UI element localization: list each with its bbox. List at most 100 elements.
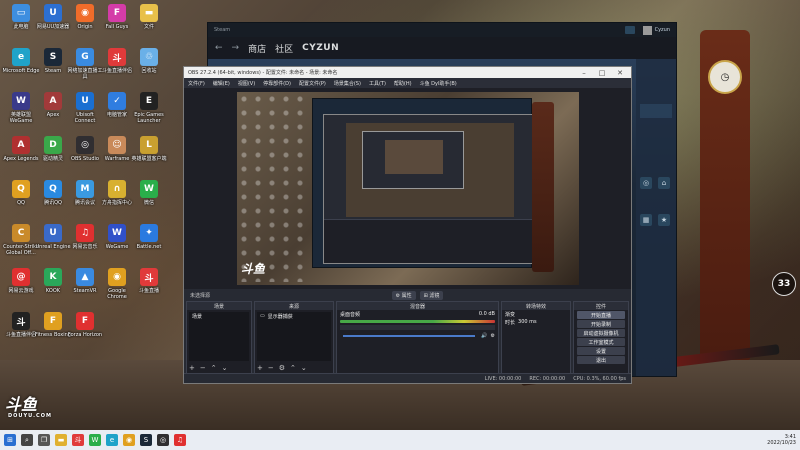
desktop-icon-label: 斗鱼直播伴侣 xyxy=(5,332,36,338)
obs-task-icon[interactable]: ◎ xyxy=(157,434,169,446)
uu-icon: U xyxy=(44,4,62,22)
up-icon[interactable]: ⌃ xyxy=(211,364,217,372)
preview-canvas[interactable]: 斗鱼 xyxy=(237,92,579,285)
nav-username[interactable]: CYZUN xyxy=(302,43,339,53)
steam-task-icon[interactable]: S xyxy=(140,434,152,446)
nav-community[interactable]: 社区 xyxy=(275,42,293,55)
desktop-icon-label: Epic Games Launcher xyxy=(134,112,164,124)
add-icon[interactable]: + xyxy=(189,364,195,372)
control-button[interactable]: 工作室模式 xyxy=(577,338,625,346)
taskview-icon[interactable]: ❐ xyxy=(38,434,50,446)
menu-item[interactable]: 场景集合(S) xyxy=(334,80,361,87)
source-toolbar-button[interactable]: ⚙ 属性 xyxy=(391,290,416,300)
grid-icon[interactable]: ▦ xyxy=(640,214,652,226)
gamepad-icon[interactable]: ⌂ xyxy=(658,177,670,189)
wechat-icon: W xyxy=(140,180,158,198)
qq-icon: Q xyxy=(12,180,30,198)
steam-notify-button[interactable] xyxy=(624,26,635,34)
obs-window[interactable]: OBS 27.2.4 (64-bit, windows) - 配置文件: 未命名… xyxy=(183,66,632,384)
volume-slider[interactable] xyxy=(343,335,476,337)
menu-item[interactable]: 视图(V) xyxy=(238,80,255,87)
scenes-list[interactable]: 场景 xyxy=(189,312,249,361)
chrome-task-icon[interactable]: ◉ xyxy=(123,434,135,446)
audio-meter xyxy=(340,320,495,323)
search-icon[interactable]: ⌕ xyxy=(21,434,33,446)
back-arrow-icon[interactable]: ← xyxy=(215,43,223,53)
desktop-icon[interactable]: E Epic Games Launcher xyxy=(130,90,168,132)
control-button[interactable]: 开始录制 xyxy=(577,320,625,328)
maximize-icon[interactable]: □ xyxy=(595,69,609,77)
remove-icon[interactable]: − xyxy=(268,364,274,372)
down-icon[interactable]: ⌄ xyxy=(301,364,307,372)
desktop-icon-label: 腾讯QQ xyxy=(44,200,62,206)
computer-icon: ▭ xyxy=(12,4,30,22)
menu-item[interactable]: 工具(T) xyxy=(369,80,386,87)
speed-icon: G xyxy=(76,48,94,66)
desktop-icon[interactable]: F Forza Horizon xyxy=(66,310,104,352)
desktop-icon-label: Forza Horizon xyxy=(67,332,103,338)
desktop-icon-label: 网易UU加速器 xyxy=(36,24,70,30)
douyu-assist-icon: 斗 xyxy=(108,48,126,66)
gear-icon[interactable]: ⚙ xyxy=(491,333,495,339)
preview-area[interactable]: 斗鱼 xyxy=(184,88,631,289)
close-icon[interactable]: ✕ xyxy=(613,69,627,77)
minimize-icon[interactable]: – xyxy=(577,69,591,77)
obs-titlebar: OBS 27.2.4 (64-bit, windows) - 配置文件: 未命名… xyxy=(184,67,631,78)
menu-item[interactable]: 配置文件(P) xyxy=(299,80,326,87)
add-icon[interactable]: + xyxy=(257,364,263,372)
scene-item[interactable]: 场景 xyxy=(189,312,249,320)
unreal-icon: U xyxy=(44,224,62,242)
sources-list[interactable]: ▭ 显示器捕获 xyxy=(257,312,331,361)
control-button[interactable]: 退出 xyxy=(577,356,625,364)
menu-item[interactable]: 文件(F) xyxy=(188,80,205,87)
control-button[interactable]: 启动虚拟摄像机 xyxy=(577,329,625,337)
desktop-icon[interactable]: W 微信 xyxy=(130,178,168,220)
edge-icon: e xyxy=(12,48,30,66)
remove-icon[interactable]: − xyxy=(200,364,206,372)
desktop-icon[interactable]: L 英雄联盟客户端 xyxy=(130,134,168,176)
douyu-task-icon[interactable]: 斗 xyxy=(72,434,84,446)
controller-icon[interactable]: ◎ xyxy=(640,177,652,189)
explorer-icon[interactable]: ▬ xyxy=(55,434,67,446)
desktop-icon[interactable]: ▬ 文件 xyxy=(130,2,168,44)
forward-arrow-icon[interactable]: → xyxy=(232,43,240,53)
system-clock[interactable]: 3:41 2022/10/23 xyxy=(767,434,796,446)
clock-date: 2022/10/23 xyxy=(767,440,796,446)
origin-icon: ◉ xyxy=(76,4,94,22)
desktop-icon[interactable]: ✦ Battle.net xyxy=(130,222,168,264)
up-icon[interactable]: ⌃ xyxy=(290,364,296,372)
desktop-icon-label: Warframe xyxy=(104,156,130,162)
menu-item[interactable]: 编辑(E) xyxy=(213,80,230,87)
wechat-task-icon[interactable]: W xyxy=(89,434,101,446)
edge-task-icon[interactable]: e xyxy=(106,434,118,446)
sidebar-block[interactable] xyxy=(640,104,672,118)
steam-menu-label[interactable]: Steam xyxy=(214,27,230,33)
down-icon[interactable]: ⌄ xyxy=(222,364,228,372)
nav-store[interactable]: 商店 xyxy=(248,42,266,55)
control-button[interactable]: 设置 xyxy=(577,347,625,355)
gear-icon[interactable]: ⚙ xyxy=(279,364,285,372)
menu-item[interactable]: 停靠部件(D) xyxy=(263,80,291,87)
desktop-icon-label: 微信 xyxy=(143,200,154,206)
transition-type[interactable]: 渐变 xyxy=(502,310,570,318)
desktop-icon[interactable]: 斗斗鱼直播 xyxy=(130,266,168,308)
desktop-icon-label: 腾讯会议 xyxy=(74,200,95,206)
desktop-icon-label: 英雄联盟客户端 xyxy=(131,156,167,162)
transitions-title: 转场特效 xyxy=(502,302,570,310)
transition-duration[interactable]: 时长 300 ms xyxy=(502,318,570,326)
star-icon[interactable]: ★ xyxy=(658,214,670,226)
start-icon[interactable]: ⊞ xyxy=(4,434,16,446)
steam-user-menu[interactable]: Cyzun xyxy=(642,25,670,35)
netease-task-icon[interactable]: ♫ xyxy=(174,434,186,446)
desktop-icon-label: 回收站 xyxy=(141,68,157,74)
driver-icon: D xyxy=(44,136,62,154)
source-item[interactable]: ▭ 显示器捕获 xyxy=(257,312,331,320)
speaker-icon[interactable]: 🔊 xyxy=(481,333,487,339)
desktop-icon[interactable]: ♲ 回收站 xyxy=(130,46,168,88)
source-toolbar-button[interactable]: ⊞ 滤镜 xyxy=(419,290,444,300)
preview-obs-docks xyxy=(324,219,532,263)
control-button[interactable]: 开始直播 xyxy=(577,311,625,319)
forza-icon: F xyxy=(76,312,94,330)
menu-item[interactable]: 斗鱼 Dyl助手(B) xyxy=(420,80,457,87)
menu-item[interactable]: 帮助(H) xyxy=(394,80,412,87)
